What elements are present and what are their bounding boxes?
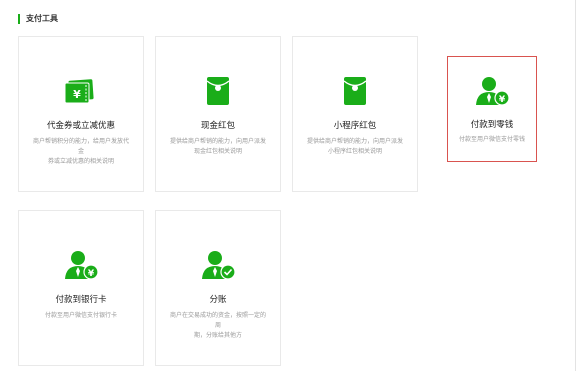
card-mini-program-red-packet[interactable]: 小程序红包 提供给商户帮销的能力，向用户派发 小程序红包相关说明 xyxy=(292,36,418,192)
card-description: 提供给商户帮销的能力，向用户派发 现金红包相关说明 xyxy=(169,138,266,155)
payment-tools-panel: 支付工具 ¥ 代金券或立减优惠 商户帮销积分的能力，给用户发放代金 券或立减优惠… xyxy=(0,0,588,371)
card-pay-to-balance[interactable]: ¥ 付款到零钱 付款至用户微信支付零钱 xyxy=(447,56,537,162)
svg-text:¥: ¥ xyxy=(73,88,81,101)
profit-sharing-icon xyxy=(198,245,238,285)
red-packet-icon xyxy=(198,71,238,111)
card-description: 商户帮销积分的能力，给用户发放代金 券或立减优惠的相关说明 xyxy=(32,138,129,165)
card-description: 付款至用户微信支付银行卡 xyxy=(44,312,117,319)
card-description: 付款至用户微信支付零钱 xyxy=(458,136,525,143)
pay-to-bank-card-icon: ¥ xyxy=(61,245,101,285)
card-title: 小程序红包 xyxy=(333,121,377,131)
pay-to-balance-icon: ¥ xyxy=(472,71,512,111)
card-pay-to-bank-card[interactable]: ¥ 付款到银行卡 付款至用户微信支付银行卡 xyxy=(18,210,144,366)
card-coupon[interactable]: ¥ 代金券或立减优惠 商户帮销积分的能力，给用户发放代金 券或立减优惠的相关说明 xyxy=(18,36,144,192)
card-description: 商户在交易成功的资金，按照一定的周 期，分账给其他方 xyxy=(169,312,266,339)
svg-text:¥: ¥ xyxy=(499,95,506,105)
mini-program-red-packet-icon xyxy=(335,71,375,111)
card-title: 代金券或立减优惠 xyxy=(46,121,115,131)
card-cash-red-packet[interactable]: 现金红包 提供给商户帮销的能力，向用户派发 现金红包相关说明 xyxy=(155,36,281,192)
card-description: 提供给商户帮销的能力，向用户派发 小程序红包相关说明 xyxy=(306,138,403,155)
scrollbar-edge xyxy=(575,0,576,371)
card-title: 付款到银行卡 xyxy=(55,295,107,305)
section-title: 支付工具 xyxy=(18,14,58,24)
coupon-icon: ¥ xyxy=(61,71,101,111)
card-title: 付款到零钱 xyxy=(470,120,514,130)
card-title: 分账 xyxy=(209,295,227,305)
card-profit-sharing[interactable]: 分账 商户在交易成功的资金，按照一定的周 期，分账给其他方 xyxy=(155,210,281,366)
svg-text:¥: ¥ xyxy=(88,269,95,279)
card-title: 现金红包 xyxy=(200,121,235,131)
